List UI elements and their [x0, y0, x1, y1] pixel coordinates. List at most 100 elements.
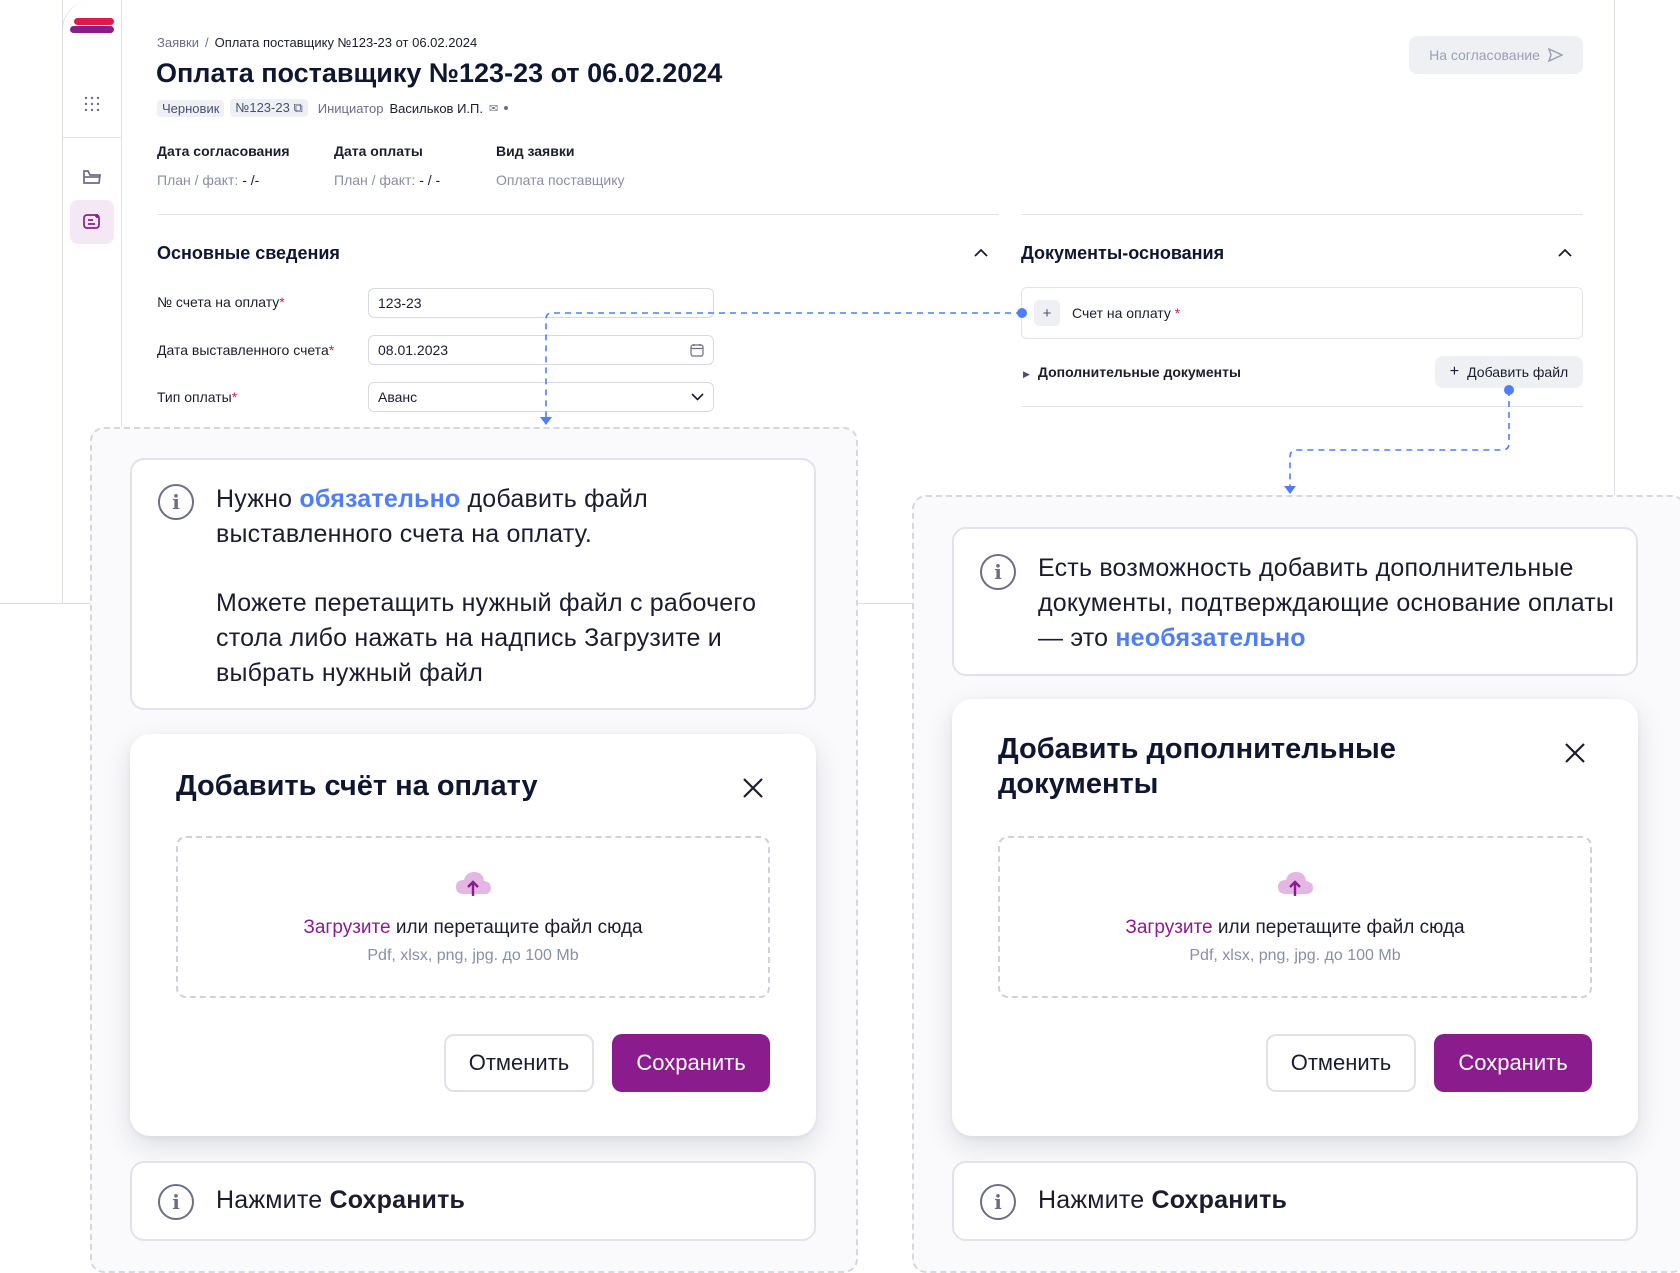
required-mark: * — [279, 294, 285, 310]
info-icon: i — [980, 554, 1016, 590]
upload-text: или перетащите файл сюда — [1212, 917, 1465, 938]
footer-prefix: Нажмите — [1038, 1186, 1152, 1214]
extra-docs-label: Дополнительные документы — [1037, 364, 1241, 380]
meta-prefix: План / факт: — [334, 172, 416, 188]
add-file-label: Добавить файл — [1467, 364, 1569, 380]
field-label: № счета на оплату — [157, 294, 280, 310]
add-invoice-modal: Добавить счёт на оплату Загрузите или пе… — [130, 734, 816, 1136]
cloud-upload-icon — [1278, 872, 1313, 896]
extra-docs-toggle[interactable]: ▶ Дополнительные документы — [1023, 364, 1241, 380]
payment-type-select[interactable]: Аванс — [368, 382, 714, 412]
field-label: Тип оплаты — [157, 389, 232, 405]
add-invoice-icon[interactable]: + — [1034, 300, 1060, 326]
plus-icon: + — [1449, 363, 1460, 380]
close-icon[interactable] — [1564, 737, 1586, 769]
logo[interactable] — [70, 18, 114, 34]
save-label: Сохранить — [636, 1050, 746, 1075]
cancel-label: Отменить — [468, 1050, 570, 1075]
invoice-date-input[interactable]: 08.01.2023 — [368, 335, 714, 365]
upload-dropzone[interactable]: Загрузите или перетащите файл сюда Pdf, … — [176, 836, 770, 998]
breadcrumb-root[interactable]: Заявки — [157, 35, 199, 50]
chevron-down-icon — [691, 393, 704, 401]
meta-plan-fact: - / - — [419, 172, 441, 188]
meta-value: План / факт: - / - — [334, 172, 440, 188]
hint-accent: обязательно — [299, 485, 461, 513]
folder-icon[interactable] — [70, 155, 114, 199]
hint-prefix: Нужно — [216, 485, 300, 513]
number-badge[interactable]: №123-23 ⧉ — [230, 99, 308, 117]
add-file-button[interactable]: + Добавить файл — [1435, 356, 1583, 388]
breadcrumb-current: Оплата поставщику №123-23 от 06.02.2024 — [214, 35, 478, 50]
footer-bold: Сохранить — [329, 1186, 466, 1214]
required-mark: * — [231, 389, 238, 405]
upload-link[interactable]: Загрузите — [1125, 917, 1212, 938]
add-extra-docs-modal: Добавить дополнительные документы Загруз… — [952, 699, 1638, 1136]
invoice-footer-hint: i Нажмите Сохранить — [130, 1161, 816, 1241]
meta-approval-date: Дата согласования План / факт: - /- — [157, 143, 290, 188]
section-divider — [1021, 406, 1583, 407]
save-button[interactable]: Сохранить — [1434, 1034, 1592, 1092]
info-icon: i — [980, 1184, 1016, 1220]
section-divider — [157, 214, 999, 215]
info-icon: i — [158, 1184, 194, 1220]
meta-payment-date: Дата оплаты План / факт: - / - — [334, 143, 440, 188]
hint-accent: необязательно — [1115, 624, 1306, 652]
meta-prefix: План / факт: — [157, 172, 239, 188]
field-label: Дата выставленного счета — [157, 342, 329, 358]
breadcrumb: Заявки / Оплата поставщику №123-23 от 06.0… — [157, 35, 477, 50]
copy-icon[interactable]: ⧉ — [293, 100, 302, 115]
upload-link[interactable]: Загрузите — [303, 917, 390, 938]
sidebar-divider — [62, 137, 122, 138]
documents-title: Документы-основания — [1021, 243, 1225, 263]
status-badge: Черновик — [157, 99, 225, 117]
invoice-number-input[interactable]: 123-23 — [368, 288, 714, 318]
footer-prefix: Нажмите — [216, 1186, 330, 1214]
modal-title: Добавить счёт на оплату — [176, 770, 538, 802]
footer-hint-text: Нажмите Сохранить — [216, 1183, 465, 1218]
invoice-date-label: Дата выставленного счета* — [157, 342, 334, 358]
cancel-button[interactable]: Отменить — [444, 1034, 594, 1092]
invoice-row-text: Счет на оплату — [1072, 305, 1171, 321]
meta-label: Вид заявки — [496, 143, 575, 159]
extra-docs-footer-hint: i Нажмите Сохранить — [952, 1161, 1638, 1241]
info-icon: i — [158, 484, 194, 520]
required-mark: * — [328, 342, 335, 358]
meta-value: Оплата поставщику — [496, 172, 625, 188]
collapse-main-info-icon[interactable] — [974, 244, 988, 261]
meta-value: План / факт: - /- — [157, 172, 290, 188]
section-divider — [1021, 214, 1583, 215]
footer-bold: Сохранить — [1151, 1186, 1288, 1214]
apps-grid-icon[interactable] — [70, 82, 114, 126]
invoice-document-row[interactable]: + Счет на оплату * — [1021, 287, 1583, 339]
upload-text: или перетащите файл сюда — [390, 917, 643, 938]
collapse-documents-icon[interactable] — [1558, 244, 1572, 261]
upload-dropzone[interactable]: Загрузите или перетащите файл сюда Pdf, … — [998, 836, 1592, 998]
meta-plan-fact: - /- — [242, 172, 260, 188]
calendar-icon[interactable] — [690, 343, 704, 357]
upload-formats: Pdf, xlsx, png, jpg. до 100 Mb — [367, 947, 579, 964]
modal-title: Добавить дополнительные документы — [998, 733, 1396, 800]
mail-icon[interactable]: ✉ — [489, 102, 498, 115]
submit-for-approval-button[interactable]: На согласование — [1409, 36, 1583, 74]
required-mark: * — [1170, 305, 1181, 321]
number-badge-label: №123-23 — [235, 100, 290, 115]
save-button[interactable]: Сохранить — [612, 1034, 770, 1092]
status-dot — [504, 106, 509, 110]
request-icon[interactable] — [70, 200, 114, 244]
dropzone-text: Загрузите или перетащите файл сюда — [1125, 917, 1464, 939]
close-icon[interactable] — [742, 772, 764, 804]
caret-right-icon: ▶ — [1023, 369, 1030, 379]
payment-type-label: Тип оплаты* — [157, 389, 237, 405]
invoice-number-label: № счета на оплату* — [157, 294, 285, 310]
meta-request-type: Вид заявки Оплата поставщику — [496, 143, 625, 188]
page-tags: Черновик №123-23 ⧉ Инициатор Васильков И… — [157, 99, 509, 117]
page-title: Оплата поставщику №123-23 от 06.02.2024 — [156, 58, 723, 88]
invoice-row-label: Счет на оплату * — [1072, 305, 1180, 321]
initiator-label: Инициатор — [317, 100, 384, 116]
send-icon — [1547, 48, 1563, 62]
extra-docs-hint-text: Есть возможность добавить дополнительные… — [1038, 551, 1628, 656]
cancel-button[interactable]: Отменить — [1266, 1034, 1416, 1092]
extra-docs-hint-card: i Есть возможность добавить дополнительн… — [952, 527, 1638, 676]
meta-label: Дата оплаты — [334, 143, 423, 159]
payment-type-value: Аванс — [378, 389, 418, 405]
